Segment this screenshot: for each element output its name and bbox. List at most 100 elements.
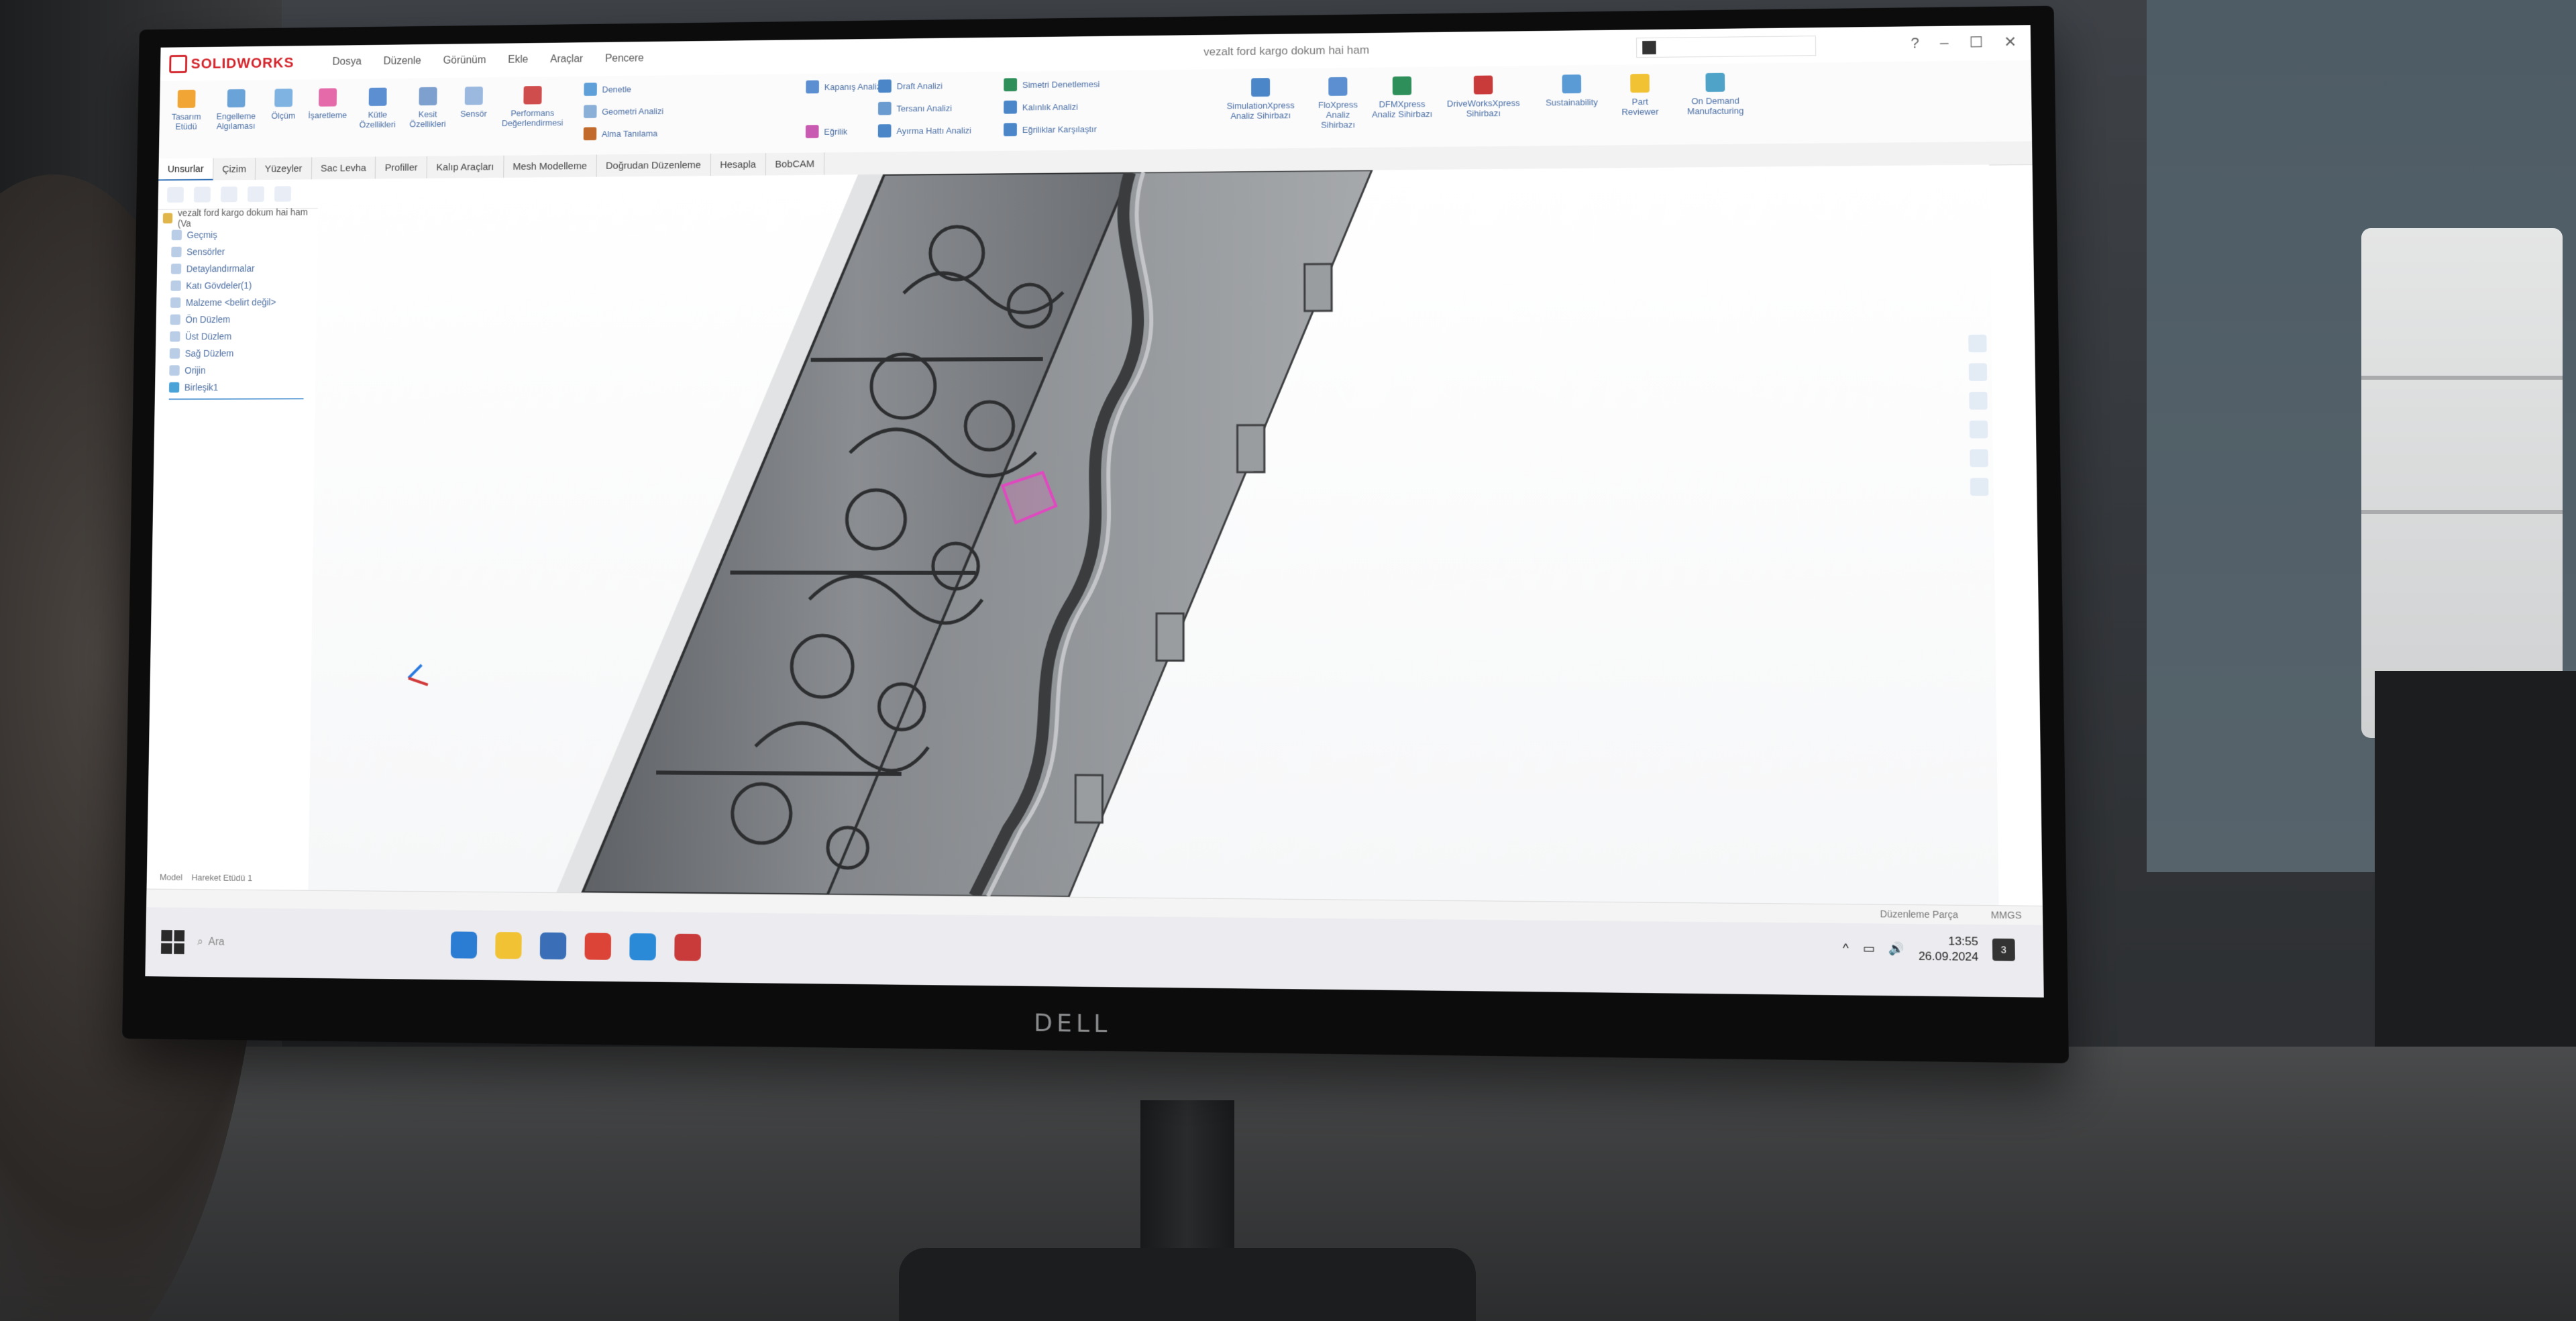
resources-icon[interactable] — [1969, 363, 1987, 381]
taskbar-search[interactable]: ⌕ Ara — [197, 929, 360, 957]
configuration-tab-icon[interactable] — [221, 187, 237, 202]
notification-center-icon[interactable]: 3 — [1992, 939, 2015, 961]
file-explorer-icon[interactable] — [1970, 421, 1988, 439]
app-icon[interactable] — [629, 933, 656, 961]
search-label: Ara — [208, 937, 224, 949]
ribbon-small-curvature[interactable]: Eğrilik — [806, 125, 847, 138]
tab-mesh-modelleme[interactable]: Mesh Modelleme — [504, 154, 597, 177]
close-button[interactable]: ✕ — [2004, 34, 2017, 51]
tree-root-part[interactable]: vezalt ford kargo dokum hai ham (Va — [158, 209, 318, 227]
ribbon-label: Performans Değerlendirmesi — [496, 108, 568, 128]
ribbon-small-reverse-analysis[interactable]: Tersanı Analizi — [878, 101, 952, 115]
tree-item-front-plane[interactable]: Ön Düzlem — [156, 311, 317, 329]
tab-motion-study[interactable]: Hareket Etüdü 1 — [191, 872, 252, 883]
property-manager-tab-icon[interactable] — [194, 187, 211, 202]
edge-icon[interactable] — [451, 931, 477, 958]
ribbon-button-markup[interactable]: İşaretleme — [305, 88, 351, 120]
tab-bobcam[interactable]: BobCAM — [765, 152, 824, 175]
help-button[interactable]: ? — [1911, 34, 1919, 52]
windows-start-button[interactable] — [161, 930, 184, 954]
tab-unsurlar[interactable]: Unsurlar — [158, 158, 213, 181]
maximize-button[interactable]: ☐ — [1970, 34, 1984, 51]
tree-item-solid-bodies[interactable]: Katı Gövdeler(1) — [156, 276, 317, 295]
chevron-up-icon[interactable]: ^ — [1843, 941, 1849, 955]
tab-cizim[interactable]: Çizim — [213, 158, 256, 180]
ribbon-button-floxpress[interactable]: FloXpress Analiz Sihirbazı — [1311, 77, 1365, 130]
panel-tabs — [158, 179, 318, 210]
ribbon-small-import-diagnostics[interactable]: Alma Tanılama — [584, 127, 658, 141]
tab-profiller[interactable]: Profiller — [376, 156, 427, 179]
ribbon-button-design-study[interactable]: Tasarım Etüdü — [166, 90, 207, 131]
ribbon-button-driveworksxpress[interactable]: DriveWorksXpress Sihirbazı — [1439, 75, 1527, 119]
menu-ekle[interactable]: Ekle — [508, 54, 528, 66]
tab-yuzeyler[interactable]: Yüzeyler — [256, 157, 312, 180]
ribbon-button-interference[interactable]: Engelleme Algılaması — [210, 89, 262, 131]
menu-pencere[interactable]: Pencere — [605, 53, 644, 65]
tree-item-right-plane[interactable]: Sağ Düzlem — [156, 344, 316, 362]
display-manager-tab-icon[interactable] — [274, 186, 291, 201]
design-library-icon[interactable] — [1969, 392, 1987, 410]
ribbon-button-on-demand-manufacturing[interactable]: On Demand Manufacturing — [1670, 72, 1760, 116]
ribbon-small-check[interactable]: Denetle — [584, 83, 631, 96]
tree-label: Üst Düzlem — [185, 331, 231, 341]
ribbon-button-part-reviewer[interactable]: Part Reviewer — [1616, 74, 1664, 117]
ribbon-button-performance[interactable]: Performans Değerlendirmesi — [496, 86, 568, 128]
taskbar-apps — [451, 931, 701, 961]
search-commands-input[interactable] — [1636, 36, 1816, 58]
compare-icon — [1004, 123, 1017, 136]
volume-icon[interactable]: 🔊 — [1888, 941, 1904, 956]
ribbon-label: Eğriliklar Karşılaştır — [1022, 124, 1097, 135]
ribbon-button-section-properties[interactable]: Kesit Özellikleri — [405, 87, 451, 129]
ribbon-button-simulationxpress[interactable]: SimulationXpress Analiz Sihirbazı — [1217, 78, 1304, 121]
dimxpert-tab-icon[interactable] — [248, 187, 264, 202]
tab-kalip-araclari[interactable]: Kalıp Araçları — [427, 156, 504, 178]
tab-hesapla[interactable]: Hesapla — [710, 153, 765, 176]
file-explorer-icon[interactable] — [495, 932, 522, 959]
ribbon-label: Sustainability — [1546, 97, 1598, 108]
graphics-area[interactable] — [308, 165, 1998, 906]
appearances-icon[interactable] — [1970, 450, 1988, 468]
ribbon-small-undercut-analysis[interactable]: Kapanış Analizi — [806, 80, 883, 94]
windows-logo-icon — [161, 943, 172, 954]
rollback-bar[interactable] — [169, 398, 304, 400]
tree-item-material[interactable]: Malzeme <belirt değil> — [156, 293, 317, 311]
feature-tree-tab-icon[interactable] — [167, 187, 184, 203]
tree-item-origin[interactable]: Orijin — [155, 362, 315, 379]
solidworks-taskbar-icon[interactable] — [674, 934, 701, 961]
combine-icon — [169, 382, 180, 393]
ribbon-button-measure[interactable]: Ölçüm — [265, 89, 301, 121]
clock[interactable]: 13:55 26.09.2024 — [1919, 934, 1979, 965]
menu-gorunum[interactable]: Görünüm — [443, 54, 486, 66]
chrome-icon[interactable] — [584, 933, 611, 959]
menu-duzenle[interactable]: Düzenle — [383, 56, 421, 68]
ribbon-small-parting-line[interactable]: Ayırma Hattı Analizi — [878, 123, 971, 138]
app-icon[interactable] — [540, 933, 567, 959]
ribbon-small-symmetry-check[interactable]: Simetri Denetlemesi — [1004, 77, 1099, 91]
units-selector[interactable]: MMGS — [1991, 909, 2022, 920]
tree-item-combine[interactable]: Birleşik1 — [155, 378, 315, 396]
ribbon-small-compare-curvature[interactable]: Eğriliklar Karşılaştır — [1004, 122, 1097, 136]
custom-properties-icon[interactable] — [1970, 478, 1988, 496]
tab-model[interactable]: Model — [160, 872, 182, 882]
mass-properties-icon — [369, 88, 387, 106]
ribbon-label: DFMXpress Analiz Sihirbazı — [1372, 99, 1433, 119]
ribbon-small-geometry-analysis[interactable]: Geometri Analizi — [584, 104, 663, 118]
tree-item-sensors[interactable]: Sensörler — [157, 242, 317, 260]
tab-sac-levha[interactable]: Sac Levha — [311, 157, 376, 180]
solidworks-logo: SOLIDWORKS — [169, 54, 294, 73]
ribbon-button-sensor[interactable]: Sensör — [454, 87, 493, 119]
ribbon-small-thickness-analysis[interactable]: Kalınlık Analizi — [1004, 100, 1078, 114]
tab-dogrudan-duzenleme[interactable]: Doğrudan Düzenleme — [596, 154, 710, 177]
minimize-button[interactable]: – — [1940, 34, 1949, 52]
ribbon-small-draft-analysis[interactable]: Draft Analizi — [878, 79, 943, 93]
network-icon[interactable]: ▭ — [1863, 941, 1875, 956]
tree-item-annotations[interactable]: Detaylandırmalar — [157, 260, 317, 278]
menu-araclar[interactable]: Araçlar — [550, 54, 583, 66]
ribbon-button-mass-properties[interactable]: Kütle Özellikleri — [355, 87, 400, 129]
ribbon-button-dfmxpress[interactable]: DFMXpress Analiz Sihirbazı — [1372, 76, 1433, 119]
menu-dosya[interactable]: Dosya — [332, 56, 362, 68]
command-icon — [1642, 41, 1656, 54]
home-icon[interactable] — [1968, 335, 1986, 353]
tree-item-top-plane[interactable]: Üst Düzlem — [156, 327, 316, 345]
ribbon-button-sustainability[interactable]: Sustainability — [1534, 74, 1609, 108]
